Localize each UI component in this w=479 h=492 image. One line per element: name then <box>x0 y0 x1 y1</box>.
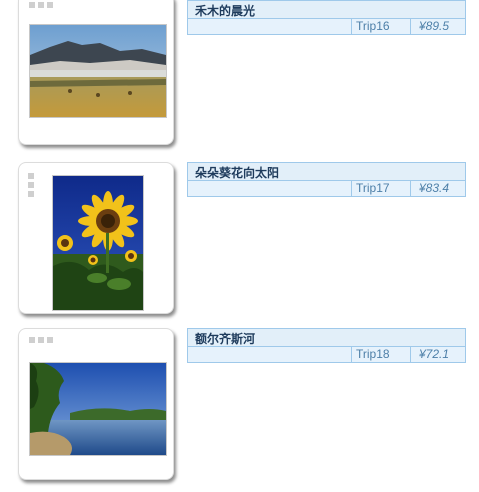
drag-handle-icon[interactable] <box>29 337 53 343</box>
trip-info-box[interactable]: 禾木的晨光 Trip16 ¥89.5 <box>187 0 466 35</box>
blank-cell <box>188 346 352 362</box>
river-photo[interactable] <box>29 362 167 456</box>
mountain-meadow-photo[interactable] <box>29 24 167 118</box>
drag-handle-icon[interactable] <box>28 173 34 197</box>
meta-row: Trip18 ¥72.1 <box>188 346 465 362</box>
trip-info-box[interactable]: 朵朵葵花向太阳 Trip17 ¥83.4 <box>187 162 466 197</box>
trip-info-box[interactable]: 额尔齐斯河 Trip18 ¥72.1 <box>187 328 466 363</box>
trip-title[interactable]: 额尔齐斯河 <box>195 330 255 347</box>
trip-price: ¥83.4 <box>419 181 450 195</box>
meta-row: Trip17 ¥83.4 <box>188 180 465 196</box>
trip-price: ¥72.1 <box>419 347 450 361</box>
list-item: 额尔齐斯河 Trip18 ¥72.1 <box>0 326 479 488</box>
list-item: 禾木的晨光 Trip16 ¥89.5 <box>0 0 479 152</box>
photo-card[interactable] <box>18 328 174 480</box>
photo-card[interactable] <box>18 162 174 314</box>
trip-code: Trip18 <box>352 346 411 362</box>
title-row: 朵朵葵花向太阳 <box>188 163 465 181</box>
trip-price: ¥89.5 <box>419 19 450 33</box>
sunflower-photo[interactable] <box>52 175 144 311</box>
blank-cell <box>188 180 352 196</box>
blank-cell <box>188 18 352 34</box>
drag-handle-icon[interactable] <box>29 2 53 8</box>
trip-code: Trip17 <box>352 180 411 196</box>
title-row: 额尔齐斯河 <box>188 329 465 347</box>
title-row: 禾木的晨光 <box>188 1 465 19</box>
trip-title[interactable]: 朵朵葵花向太阳 <box>195 164 279 181</box>
trip-title[interactable]: 禾木的晨光 <box>195 2 255 19</box>
photo-card[interactable] <box>18 0 174 145</box>
list-item: 朵朵葵花向太阳 Trip17 ¥83.4 <box>0 160 479 322</box>
meta-row: Trip16 ¥89.5 <box>188 18 465 34</box>
trip-code: Trip16 <box>352 18 411 34</box>
